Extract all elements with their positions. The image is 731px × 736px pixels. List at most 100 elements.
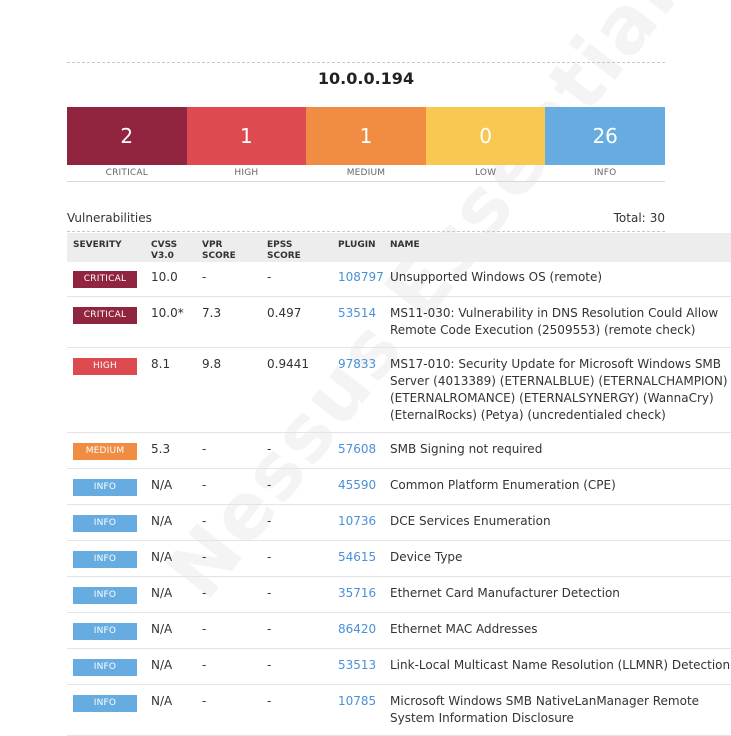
col-vpr[interactable]: VPR SCORE	[196, 233, 261, 262]
cvss-cell: 8.1	[145, 347, 196, 433]
plugin-link[interactable]: 10785	[332, 684, 384, 736]
table-row: INFO N/A - -35716 Ethernet Card Manufacturer…	[67, 576, 731, 613]
severity-cell: INFO	[67, 504, 145, 541]
severity-cell: HIGH	[67, 347, 145, 433]
summary-high: 1 HIGH	[186, 107, 307, 178]
table-row: INFO N/A - -53513 Link-Local Multicast Name …	[67, 648, 731, 685]
vpr-cell: -	[196, 262, 261, 297]
plugin-link[interactable]: 86420	[332, 612, 384, 649]
severity-badge: CRITICAL	[73, 271, 137, 288]
cvss-cell: N/A	[145, 504, 196, 541]
vpr-cell: -	[196, 540, 261, 577]
col-cvss[interactable]: CVSS V3.0	[145, 233, 196, 262]
total-label: Total:	[613, 211, 646, 225]
summary-info-count: 26	[545, 107, 665, 165]
severity-cell: CRITICAL	[67, 296, 145, 348]
col-epss[interactable]: EPSS SCORE	[261, 233, 332, 262]
severity-cell: INFO	[67, 648, 145, 685]
vulnerability-name: Ethernet Card Manufacturer Detection	[384, 576, 731, 613]
summary-medium-label: MEDIUM	[346, 168, 386, 178]
vulnerability-name: Common Platform Enumeration (CPE)	[384, 468, 731, 505]
table-row: INFO N/A - -45590 Common Platform Enumeratio…	[67, 468, 731, 505]
summary-high-label: HIGH	[234, 168, 259, 178]
epss-cell: 0.497	[261, 296, 332, 348]
plugin-link[interactable]: 10736	[332, 504, 384, 541]
plugin-link[interactable]: 54615	[332, 540, 384, 577]
vulnerability-name: Link-Local Multicast Name Resolution (LL…	[384, 648, 731, 685]
host-title: 10.0.0.194	[317, 69, 415, 88]
severity-cell: INFO	[67, 468, 145, 505]
epss-cell: -	[261, 540, 332, 577]
summary-critical-count: 2	[67, 107, 187, 165]
plugin-link[interactable]: 53514	[332, 296, 384, 348]
summary-low: 0 LOW	[425, 107, 546, 178]
severity-cell: INFO	[67, 576, 145, 613]
epss-cell: -	[261, 648, 332, 685]
plugin-link[interactable]: 57608	[332, 432, 384, 469]
severity-cell: CRITICAL	[67, 262, 145, 297]
summary-critical: 2 CRITICAL	[67, 107, 187, 178]
epss-cell: -	[261, 262, 332, 297]
vulnerability-name: SMB Signing not required	[384, 432, 731, 469]
severity-badge: HIGH	[73, 358, 137, 375]
summary-info-label: INFO	[593, 168, 617, 178]
severity-cell: INFO	[67, 612, 145, 649]
vpr-cell: -	[196, 648, 261, 685]
vpr-cell: 9.8	[196, 347, 261, 433]
summary-info: 26 INFO	[545, 107, 665, 178]
summary-low-count: 0	[425, 107, 546, 165]
severity-cell: INFO	[67, 684, 145, 736]
vpr-cell: -	[196, 684, 261, 736]
severity-badge: INFO	[73, 515, 137, 532]
plugin-link[interactable]: 97833	[332, 347, 384, 433]
cvss-cell: N/A	[145, 648, 196, 685]
summary-medium: 1 MEDIUM	[306, 107, 426, 178]
cvss-cell: N/A	[145, 576, 196, 613]
plugin-link[interactable]: 45590	[332, 468, 384, 505]
summary-divider	[67, 181, 665, 182]
summary-high-count: 1	[186, 107, 307, 165]
plugin-link[interactable]: 53513	[332, 648, 384, 685]
cvss-cell: N/A	[145, 468, 196, 505]
vulnerabilities-divider	[67, 231, 665, 232]
vulnerability-name: Microsoft Windows SMB NativeLanManager R…	[384, 684, 731, 736]
epss-cell: 0.9441	[261, 347, 332, 433]
col-name[interactable]: NAME	[384, 233, 731, 262]
table-row: INFO N/A - -86420 Ethernet MAC Addresses	[67, 612, 731, 649]
plugin-link[interactable]: 35716	[332, 576, 384, 613]
cvss-cell: 10.0*	[145, 296, 196, 348]
severity-cell: INFO	[67, 540, 145, 577]
table-row: MEDIUM 5.3- -57608 SMB Signing not required	[67, 432, 731, 469]
severity-badge: INFO	[73, 695, 137, 712]
vpr-cell: 7.3	[196, 296, 261, 348]
vulnerability-name: MS11-030: Vulnerability in DNS Resolutio…	[384, 296, 731, 348]
vpr-cell: -	[196, 504, 261, 541]
summary-low-label: LOW	[474, 168, 497, 178]
table-row: INFO N/A - -10736 DCE Services Enumeration	[67, 504, 731, 541]
vulnerability-name: DCE Services Enumeration	[384, 504, 731, 541]
epss-cell: -	[261, 432, 332, 469]
cvss-cell: 10.0	[145, 262, 196, 297]
vpr-cell: -	[196, 612, 261, 649]
summary-critical-label: CRITICAL	[105, 168, 148, 178]
epss-cell: -	[261, 612, 332, 649]
table-row: INFO N/A - -10785 Microsoft Windows SMB Nati…	[67, 684, 731, 736]
vulnerability-name: Ethernet MAC Addresses	[384, 612, 731, 649]
cvss-cell: 5.3	[145, 432, 196, 469]
epss-cell: -	[261, 468, 332, 505]
severity-badge: INFO	[73, 623, 137, 640]
header-divider	[67, 62, 665, 63]
summary-medium-count: 1	[306, 107, 426, 165]
cvss-cell: N/A	[145, 540, 196, 577]
severity-badge: INFO	[73, 479, 137, 496]
epss-cell: -	[261, 504, 332, 541]
plugin-link[interactable]: 108797	[332, 262, 384, 297]
severity-badge: MEDIUM	[73, 443, 137, 460]
vpr-cell: -	[196, 432, 261, 469]
col-plugin[interactable]: PLUGIN	[332, 233, 384, 262]
col-severity[interactable]: SEVERITY	[67, 233, 145, 262]
table-row: INFO N/A - -54615 Device Type	[67, 540, 731, 577]
epss-cell: -	[261, 684, 332, 736]
cvss-cell: N/A	[145, 612, 196, 649]
severity-summary: 2 CRITICAL 1 HIGH 1 MEDIUM 0 LOW 26 INFO	[67, 107, 665, 178]
